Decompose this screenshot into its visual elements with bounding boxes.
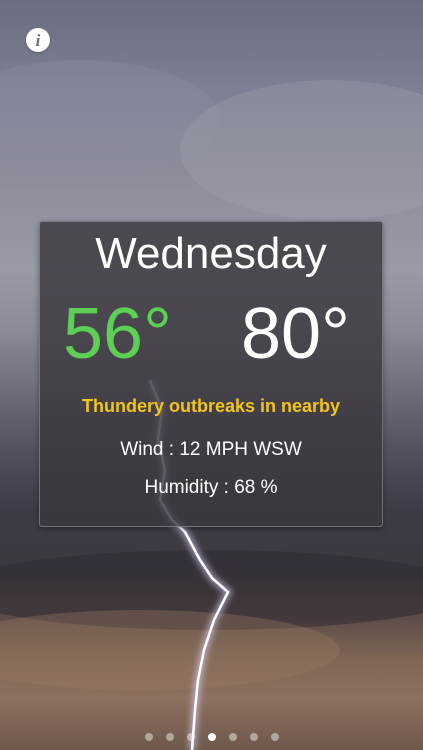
day-name: Wednesday xyxy=(95,229,327,278)
page-dot[interactable] xyxy=(228,733,237,741)
info-button[interactable]: i xyxy=(26,28,50,52)
page-dot[interactable] xyxy=(186,733,195,741)
info-icon: i xyxy=(35,30,41,50)
low-temperature: 56° xyxy=(63,294,172,374)
page-dot[interactable] xyxy=(144,733,153,741)
page-indicator[interactable] xyxy=(0,731,423,743)
forecast-card: Wednesday 56° 80° Thundery outbreaks in … xyxy=(39,221,383,527)
weather-screen: i Wednesday 56° 80° Thundery outbreaks i… xyxy=(0,0,423,750)
page-dot[interactable] xyxy=(270,733,279,741)
page-dot[interactable] xyxy=(249,733,258,741)
humidity-info: Humidity : 68 % xyxy=(144,477,278,498)
high-temperature: 80° xyxy=(241,294,350,374)
page-dot[interactable] xyxy=(165,733,174,741)
wind-info: Wind : 12 MPH WSW xyxy=(120,439,302,460)
page-dot-active[interactable] xyxy=(207,733,216,741)
weather-condition: Thundery outbreaks in nearby xyxy=(81,396,341,416)
